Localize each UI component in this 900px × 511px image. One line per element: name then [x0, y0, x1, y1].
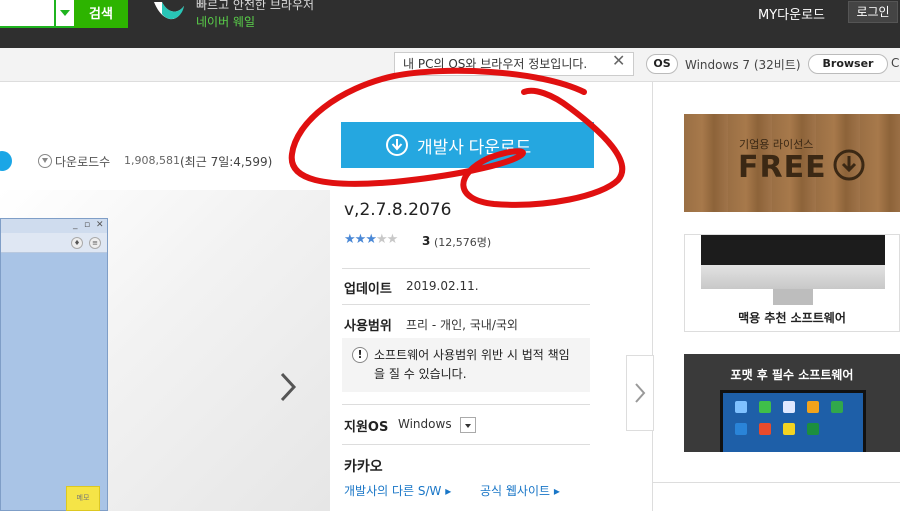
- page: 검색 빠르고 안전한 브라우저 네이버 웨일 MY다운로드 로그인 내 PC의 …: [0, 0, 900, 511]
- banner-caption: 포맷 후 필수 소프트웨어: [730, 368, 854, 382]
- chevron-right-icon: [635, 383, 646, 403]
- triangle-right-icon: ▸: [445, 484, 452, 498]
- mac-stand-image: [773, 289, 813, 305]
- close-icon[interactable]: ✕: [612, 51, 625, 70]
- rating-stars: ★★★★★: [344, 232, 399, 247]
- download-count-icon: [38, 154, 52, 168]
- supported-os-label: 지원OS: [344, 420, 389, 435]
- exclamation-icon: !: [352, 347, 368, 363]
- app-icon: [735, 401, 747, 413]
- star-icon-empty: ★: [386, 232, 399, 247]
- license-scope-label: 사용범위: [344, 319, 392, 334]
- app-icon: [759, 401, 771, 413]
- top-bar: 검색 빠르고 안전한 브라우저 네이버 웨일 MY다운로드 로그인: [0, 0, 900, 48]
- link-label: 개발사의 다른 S/W: [344, 484, 442, 498]
- license-warning-text: 소프트웨어 사용범위 위반 시 법적 책임을 질 수 있습니다.: [374, 348, 570, 381]
- rating-count: (12,576명): [434, 236, 492, 249]
- system-info-bar: 내 PC의 OS와 브라우저 정보입니다. ✕ OS Windows 7 (32…: [0, 48, 900, 82]
- download-icon: [386, 134, 408, 156]
- side-scroll-button[interactable]: [626, 355, 654, 431]
- minimize-icon: _: [73, 220, 78, 230]
- divider: [652, 482, 900, 483]
- divider: [342, 444, 590, 445]
- tooltip-text: 내 PC의 OS와 브라우저 정보입니다.: [403, 57, 588, 71]
- os-info-value: Windows 7 (32비트): [685, 58, 801, 72]
- app-titlebar: _ ▫ ✕: [1, 219, 107, 233]
- browser-chip: Browser: [808, 54, 888, 74]
- search-dropdown[interactable]: [56, 0, 74, 28]
- link-label: 공식 웹사이트: [480, 484, 551, 498]
- share-button[interactable]: [0, 151, 12, 171]
- divider: [342, 268, 590, 269]
- promo-subtitle[interactable]: 네이버 웨일: [196, 13, 255, 30]
- app-icon: [783, 401, 795, 413]
- chevron-down-icon: [60, 10, 70, 16]
- star-icon-filled: ★: [344, 232, 356, 247]
- version-text: v,2.7.8.2076: [344, 200, 452, 220]
- app-icon: [807, 401, 819, 413]
- browser-info-value: C: [891, 56, 900, 70]
- app-icon: [735, 423, 747, 435]
- rating-score: 3: [422, 234, 431, 248]
- app-menu-icon: ≡: [89, 237, 101, 249]
- divider: [342, 304, 590, 305]
- developer-name[interactable]: 카카오: [344, 456, 383, 476]
- app-icon: [759, 423, 771, 435]
- license-scope-value: 프리 - 개인, 국내/국외: [406, 318, 518, 332]
- supported-os-value: Windows: [398, 417, 452, 431]
- developer-other-software-link[interactable]: 개발사의 다른 S/W ▸: [344, 482, 451, 499]
- download-count-label: 다운로드수: [55, 155, 111, 169]
- app-settings-icon: ♦: [71, 237, 83, 249]
- download-count-recent: (최근 7일:4,599): [180, 155, 273, 169]
- login-button[interactable]: 로그인: [848, 1, 898, 23]
- download-count-value: 1,908,581: [124, 154, 180, 167]
- tablet-image: [720, 390, 866, 452]
- app-icon: [783, 423, 795, 435]
- promo-title[interactable]: 빠르고 안전한 브라우저: [196, 0, 314, 13]
- app-icon: [831, 401, 843, 413]
- mac-screen-image: [701, 235, 885, 265]
- banner-title: FREE: [738, 150, 827, 185]
- star-icon-filled: ★: [354, 232, 367, 247]
- os-chip: OS: [646, 54, 678, 74]
- divider: [342, 404, 590, 405]
- enterprise-license-banner[interactable]: 기업용 라이선스 FREE: [684, 114, 900, 212]
- update-label: 업데이트: [344, 282, 392, 297]
- search-button[interactable]: 검색: [74, 0, 128, 28]
- my-download-link[interactable]: MY다운로드: [758, 4, 825, 23]
- post-format-software-banner[interactable]: 포맷 후 필수 소프트웨어: [684, 354, 900, 452]
- star-icon-filled: ★: [365, 232, 377, 247]
- triangle-right-icon: ▸: [553, 484, 560, 498]
- mac-software-banner[interactable]: 맥용 추천 소프트웨어: [684, 234, 900, 332]
- download-button-label: 개발사 다운로드: [417, 138, 532, 157]
- whale-logo-icon[interactable]: [152, 0, 186, 26]
- app-screenshot: _ ▫ ✕ ♦ ≡: [0, 218, 108, 511]
- close-window-icon: ✕: [96, 220, 104, 230]
- app-icon: [807, 423, 819, 435]
- banner-caption: 맥용 추천 소프트웨어: [738, 311, 846, 325]
- download-icon: [833, 149, 865, 181]
- maximize-icon: ▫: [84, 220, 91, 230]
- license-warning-box: ! 소프트웨어 사용범위 위반 시 법적 책임을 질 수 있습니다.: [342, 338, 590, 392]
- system-info-tooltip: 내 PC의 OS와 브라우저 정보입니다.: [394, 52, 634, 76]
- update-value: 2019.02.11.: [406, 279, 479, 293]
- developer-download-button[interactable]: 개발사 다운로드: [341, 122, 594, 168]
- search-input[interactable]: [0, 0, 56, 28]
- star-icon-empty: ★: [375, 232, 388, 247]
- os-dropdown-toggle[interactable]: [460, 417, 476, 433]
- mac-body-image: [701, 265, 885, 289]
- chevron-right-icon[interactable]: [276, 370, 300, 404]
- official-website-link[interactable]: 공식 웹사이트 ▸: [480, 482, 560, 499]
- app-memo-note: 메모: [66, 486, 100, 511]
